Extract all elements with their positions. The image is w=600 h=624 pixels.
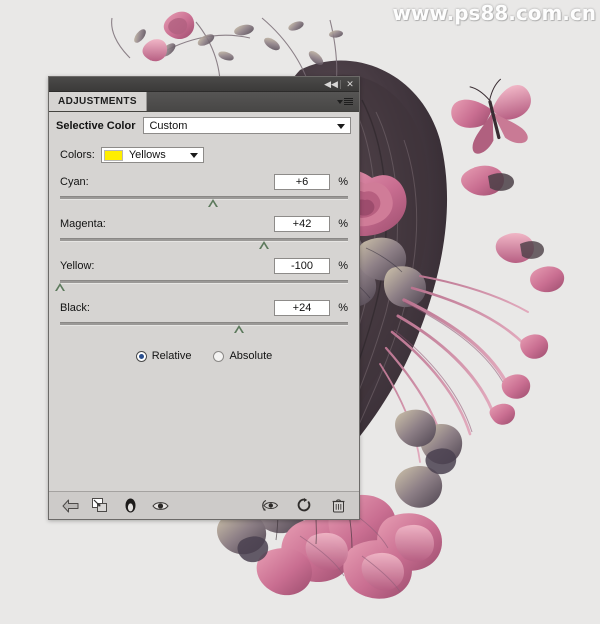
colors-row: Colors: Yellows [60,147,348,163]
screenshot-root: www.ps88.com.cn ◀◀ ✕ ADJUSTMENTS Selecti… [0,0,600,624]
chevron-down-icon [189,153,198,158]
panel-menu-triangle-icon [337,99,343,104]
adjustment-title: Selective Color [56,119,136,132]
radio-relative-label: Relative [151,350,192,362]
radio-relative-dot [135,350,147,362]
slider-group-cyan: Cyan: +6 % [60,173,348,210]
titlebar-controls: ◀◀ ✕ [324,77,357,91]
black-value-input[interactable]: +24 [274,300,330,316]
collapse-to-icons-button[interactable]: ◀◀ [324,78,338,90]
cyan-slider-track [60,196,348,200]
panel-footer-toolbar [49,491,359,519]
black-slider-thumb[interactable] [233,325,244,333]
magenta-value-input[interactable]: +42 [274,216,330,232]
magenta-slider[interactable] [60,236,348,252]
cyan-label: Cyan: [60,176,89,188]
chevron-down-icon [337,123,345,129]
radio-absolute-dot [213,350,225,362]
tab-adjustments[interactable]: ADJUSTMENTS [49,92,147,111]
black-unit: % [338,302,348,314]
titlebar-divider [340,79,341,89]
magenta-slider-track [60,238,348,242]
delete-adjustment-button[interactable] [327,496,349,516]
colors-select[interactable]: Yellows [100,147,204,163]
toggle-layer-mask-button[interactable] [119,496,141,516]
preset-select-value: Custom [149,119,188,132]
color-swatch [103,149,123,161]
watermark-text: www.ps88.com.cn [392,1,596,25]
cyan-value-input[interactable]: +6 [274,174,330,190]
tabstrip-filler [147,92,334,111]
magenta-label: Magenta: [60,218,106,230]
panel-menu-lines-icon [344,98,353,105]
adjustments-panel: ◀◀ ✕ ADJUSTMENTS Selective Color Custom [48,76,360,520]
cyan-slider[interactable] [60,194,348,210]
cyan-slider-thumb[interactable] [207,199,218,207]
adjustment-header: Selective Color Custom [49,112,359,140]
yellow-unit: % [338,260,348,272]
magenta-slider-thumb[interactable] [259,241,270,249]
black-label: Black: [60,302,90,314]
reset-adjustment-button[interactable] [293,496,315,516]
slider-row-magenta: Magenta: +42 % [60,215,348,233]
yellow-value-input[interactable]: -100 [274,258,330,274]
panel-body: Colors: Yellows Cyan: +6 % Magenta: +42 … [49,138,359,490]
panel-titlebar: ◀◀ ✕ [49,77,359,92]
radio-relative[interactable]: Relative [135,350,192,362]
view-previous-state-button[interactable] [259,496,281,516]
cyan-unit: % [338,176,348,188]
radio-absolute-label: Absolute [229,350,273,362]
magenta-unit: % [338,218,348,230]
yellow-slider-track [60,280,348,284]
colors-label: Colors: [60,149,95,161]
return-to-adjustment-list-button[interactable] [59,496,81,516]
slider-row-black: Black: +24 % [60,299,348,317]
method-radio-group: Relative Absolute [60,350,348,362]
close-panel-button[interactable]: ✕ [343,78,357,90]
preset-select[interactable]: Custom [143,117,351,134]
yellow-slider-thumb[interactable] [55,283,65,291]
yellow-slider[interactable] [55,278,348,294]
panel-menu-icon[interactable] [334,92,359,111]
yellow-label: Yellow: [60,260,95,272]
toggle-layer-visibility-button[interactable] [149,496,171,516]
slider-group-yellow: Yellow: -100 % [55,257,348,294]
radio-absolute[interactable]: Absolute [213,350,272,362]
slider-group-magenta: Magenta: +42 % [60,215,348,252]
panel-tabstrip: ADJUSTMENTS [49,92,359,112]
slider-row-yellow: Yellow: -100 % [60,257,348,275]
slider-group-black: Black: +24 % [60,299,348,336]
black-slider-track [60,322,348,326]
colors-select-value: Yellows [128,149,166,161]
clip-to-layer-button[interactable] [89,496,111,516]
slider-row-cyan: Cyan: +6 % [60,173,348,191]
black-slider[interactable] [60,320,348,336]
